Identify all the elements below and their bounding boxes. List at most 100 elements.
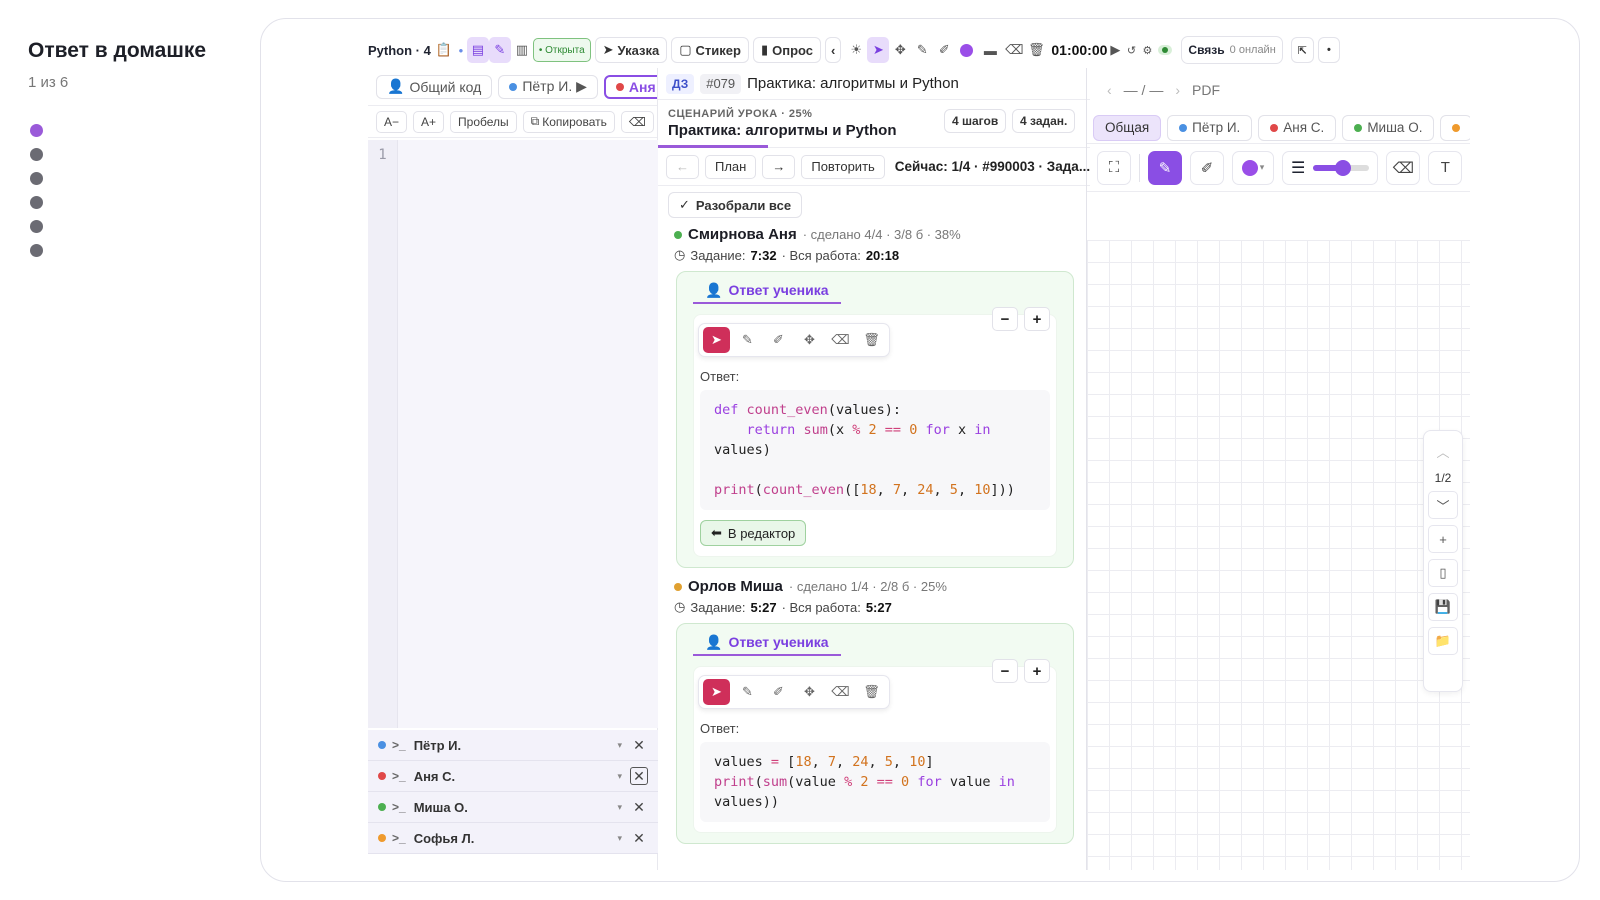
tab-shared-code[interactable]: 👤 Общий код (376, 74, 493, 99)
eraser-icon[interactable]: ⌫ (827, 327, 854, 353)
zoom-out-button[interactable]: − (992, 659, 1018, 683)
terminal-row[interactable]: >_ Миша О. ▾ ✕ (368, 792, 658, 823)
folder-icon[interactable]: 📁 (1428, 627, 1458, 655)
spaces-button[interactable]: Пробелы (450, 110, 517, 133)
prev-step-button[interactable]: ← (666, 154, 699, 179)
eraser-icon[interactable]: ⌫ (827, 679, 854, 705)
poll-button[interactable]: ▮ Опрос (752, 37, 822, 63)
task-icon[interactable]: ▤ (466, 37, 489, 63)
stroke-width-slider[interactable]: ☰ (1282, 150, 1379, 185)
more-button[interactable]: • (1318, 37, 1340, 63)
slide-dot-1[interactable] (30, 124, 43, 137)
play-icon[interactable]: ▶ (1107, 37, 1123, 63)
close-icon[interactable]: ✕ (630, 798, 648, 816)
move-icon[interactable]: ✥ (796, 327, 823, 353)
pen-mode-icon[interactable]: ✎ (488, 37, 511, 63)
board-tab-anya[interactable]: Аня С. (1258, 114, 1337, 141)
tab-petr[interactable]: Пётр И. ▶ (498, 74, 598, 99)
pdf-label[interactable]: PDF (1192, 82, 1220, 98)
slide-dot-3[interactable] (30, 172, 43, 185)
select-tool-icon[interactable]: ➤ (867, 37, 890, 63)
slide-dot-4[interactable] (30, 196, 43, 209)
reset-icon[interactable]: ↺ (1123, 37, 1139, 63)
answer-tab[interactable]: 👤 Ответ ученика (693, 278, 841, 304)
board-tab-petr[interactable]: Пётр И. (1167, 114, 1253, 141)
font-increase-button[interactable]: A+ (413, 110, 445, 133)
document-icon[interactable]: ▯ (1428, 559, 1458, 587)
steps-badge[interactable]: 4 шагов (944, 109, 1007, 133)
pencil-icon[interactable]: ✎ (911, 37, 933, 63)
eraser-icon[interactable]: ⌫ (1386, 150, 1421, 185)
next-step-button[interactable]: → (762, 154, 796, 179)
color-picker-icon[interactable]: ▾ (1232, 150, 1274, 185)
chevron-down-icon[interactable]: ﹀ (1428, 491, 1458, 519)
slide-dot-6[interactable] (30, 244, 43, 257)
sticker-button[interactable]: ▢ Стикер (671, 37, 749, 63)
all-reviewed-button[interactable]: ✓ Разобрали все (668, 192, 803, 218)
chevron-left-icon[interactable]: ‹ (1107, 82, 1112, 98)
zoom-in-button[interactable]: + (1024, 307, 1050, 331)
tab-anya[interactable]: Аня С (603, 74, 657, 99)
font-decrease-button[interactable]: A− (376, 110, 408, 133)
chevron-down-icon[interactable]: ▾ (617, 802, 622, 813)
chevron-right-icon[interactable]: › (1175, 82, 1180, 98)
marker-icon[interactable]: ✐ (765, 679, 792, 705)
close-icon[interactable]: ✕ (630, 736, 648, 754)
terminal-row[interactable]: >_ Пётр И. ▾ ✕ (368, 730, 658, 761)
save-icon[interactable]: 💾 (1428, 593, 1458, 621)
chevron-down-icon[interactable]: ▾ (617, 833, 622, 844)
stroke-width-icon[interactable]: ▬ (977, 37, 1003, 63)
fullscreen-icon[interactable]: ⛶ (1097, 150, 1131, 185)
zoom-out-button[interactable]: − (992, 307, 1018, 331)
chevron-down-icon[interactable]: ▾ (617, 771, 622, 782)
trash-icon[interactable]: 🗑 (1025, 37, 1047, 63)
marker-icon[interactable]: ✐ (765, 327, 792, 353)
slider-handle[interactable] (1335, 159, 1352, 176)
slide-dot-2[interactable] (30, 148, 43, 161)
code-editor[interactable]: 1 (368, 140, 658, 728)
move-icon[interactable]: ✥ (889, 37, 911, 63)
chevron-down-icon[interactable]: ▾ (617, 740, 622, 751)
add-page-icon[interactable]: + (1428, 525, 1458, 553)
select-tool-icon[interactable]: ➤ (703, 327, 730, 353)
slider-track[interactable] (1313, 159, 1370, 176)
tasks-badge[interactable]: 4 задан. (1012, 109, 1076, 133)
to-editor-button[interactable]: ⬅ В редактор (700, 520, 807, 546)
shrink-button[interactable]: ⇱ (1290, 37, 1314, 63)
board-tab-more[interactable] (1440, 114, 1470, 141)
board-tab-misha[interactable]: Миша О. (1342, 114, 1435, 141)
trash-icon[interactable]: 🗑 (858, 327, 885, 353)
marker-icon[interactable]: ✐ (1190, 150, 1224, 185)
text-tool-icon[interactable]: T (1428, 150, 1463, 185)
pointer-button[interactable]: ➤ Указка (594, 37, 668, 63)
terminal-row[interactable]: >_ Софья Л. ▾ ✕ (368, 823, 658, 854)
clear-button[interactable]: ⌫ (620, 110, 654, 133)
color-picker-icon[interactable] (955, 37, 977, 63)
pencil-icon[interactable]: ✎ (734, 679, 761, 705)
trash-icon[interactable]: 🗑 (858, 679, 885, 705)
plan-button[interactable]: План (705, 154, 757, 179)
chevron-up-icon[interactable]: ︿ (1428, 437, 1458, 465)
close-icon[interactable]: ✕ (630, 767, 648, 785)
board-tab-shared[interactable]: Общая (1093, 114, 1162, 141)
marker-icon[interactable]: ✐ (933, 37, 955, 63)
columns-icon[interactable]: ▥ (511, 37, 533, 63)
repeat-button[interactable]: Повторить (801, 154, 885, 179)
collapse-button[interactable]: ‹ (825, 37, 842, 63)
brightness-icon[interactable]: ☀ (845, 37, 867, 63)
slide-dot-5[interactable] (30, 220, 43, 233)
clipboard-icon[interactable]: 📋 (433, 37, 455, 63)
answer-tab[interactable]: 👤 Ответ ученика (693, 630, 841, 656)
settings-icon[interactable]: ⚙ (1139, 37, 1155, 63)
status-open-badge[interactable]: • Открыта (532, 38, 591, 62)
pencil-icon[interactable]: ✎ (1148, 150, 1182, 185)
whiteboard-canvas[interactable] (1087, 240, 1470, 870)
move-icon[interactable]: ✥ (796, 679, 823, 705)
record-toggle-icon[interactable] (1155, 37, 1175, 63)
copy-button[interactable]: ⧉ Копировать (522, 110, 615, 133)
pencil-icon[interactable]: ✎ (734, 327, 761, 353)
eraser-icon[interactable]: ⌫ (1003, 37, 1025, 63)
close-icon[interactable]: ✕ (630, 829, 648, 847)
zoom-in-button[interactable]: + (1024, 659, 1050, 683)
terminal-row[interactable]: >_ Аня С. ▾ ✕ (368, 761, 658, 792)
